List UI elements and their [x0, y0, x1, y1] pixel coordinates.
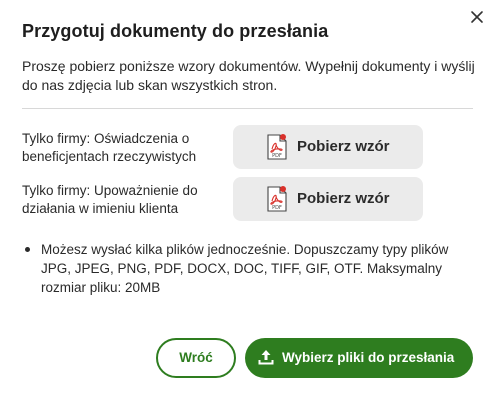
- dialog-title: Przygotuj dokumenty do przesłania: [22, 21, 329, 41]
- svg-text:PDF: PDF: [272, 205, 282, 211]
- divider: [22, 108, 473, 109]
- close-icon[interactable]: [466, 6, 488, 28]
- document-row: Tylko firmy: Upoważnienie do działania w…: [22, 177, 473, 223]
- select-files-button[interactable]: Wybierz pliki do przesłania: [245, 338, 473, 378]
- download-template-button[interactable]: PDF Pobierz wzór: [233, 125, 423, 169]
- intro-text: Proszę pobierz poniższe wzory dokumentów…: [22, 58, 475, 93]
- note-text: Możesz wysłać kilka plików jednocześnie.…: [41, 242, 449, 295]
- upload-documents-dialog: Przygotuj dokumenty do przesłania Proszę…: [0, 0, 495, 400]
- document-label: Tylko firmy: Oświadczenia o beneficjenta…: [22, 131, 197, 164]
- back-button[interactable]: Wróć: [156, 338, 236, 378]
- download-template-button[interactable]: PDF Pobierz wzór: [233, 177, 423, 221]
- pdf-file-icon: PDF: [267, 186, 287, 212]
- upload-icon: [258, 350, 274, 365]
- document-label: Tylko firmy: Upoważnienie do działania w…: [22, 183, 198, 216]
- download-button-label: Pobierz wzór: [297, 138, 390, 155]
- pdf-file-icon: PDF: [267, 134, 287, 160]
- document-row: Tylko firmy: Oświadczenia o beneficjenta…: [22, 125, 473, 171]
- bullet-point: [25, 247, 30, 252]
- svg-text:PDF: PDF: [272, 153, 282, 159]
- download-button-label: Pobierz wzór: [297, 190, 390, 207]
- select-files-label: Wybierz pliki do przesłania: [282, 350, 455, 365]
